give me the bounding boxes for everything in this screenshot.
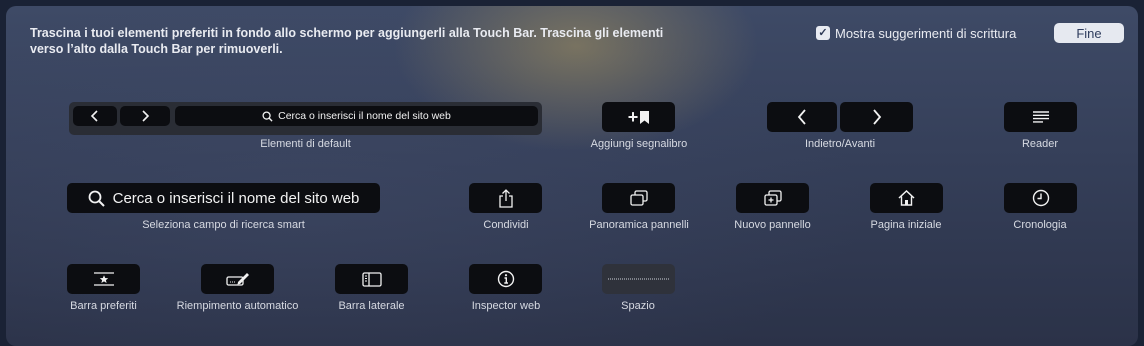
home-caption: Pagina iniziale xyxy=(870,219,942,231)
share-caption: Condividi xyxy=(483,219,529,231)
chevron-left-icon xyxy=(90,110,98,122)
new-tab-caption: Nuovo pannello xyxy=(734,219,811,231)
tab-overview-caption: Panoramica pannelli xyxy=(589,219,689,231)
done-button[interactable]: Fine xyxy=(1054,23,1124,43)
add-bookmark-caption: Aggiungi segnalibro xyxy=(590,138,688,150)
typing-suggestions-label: Mostra suggerimenti di scrittura xyxy=(835,25,1017,41)
space-caption: Spazio xyxy=(621,300,655,312)
search-icon xyxy=(88,190,105,207)
forward-key[interactable] xyxy=(840,102,913,132)
default-search-key[interactable]: Cerca o inserisci il nome del sito web xyxy=(175,106,538,126)
favorites-bar-key[interactable] xyxy=(67,264,140,294)
new-tab-icon xyxy=(763,190,782,206)
instructions-line-2: verso l’alto dalla Touch Bar per rimuove… xyxy=(30,42,283,56)
typing-suggestions-checkbox[interactable]: ✓ xyxy=(816,26,830,40)
reader-key[interactable] xyxy=(1004,102,1077,132)
share-icon xyxy=(498,188,513,208)
typing-suggestions-option[interactable]: ✓ Mostra suggerimenti di scrittura xyxy=(816,25,1016,41)
autofill-key[interactable] xyxy=(201,264,274,294)
space-dots-icon xyxy=(607,278,670,280)
web-inspector-key[interactable] xyxy=(469,264,542,294)
home-icon xyxy=(898,190,915,206)
smart-search-caption: Seleziona campo di ricerca smart xyxy=(142,219,305,231)
new-tab-key[interactable] xyxy=(736,183,809,213)
autofill-icon xyxy=(225,273,249,286)
reader-lines-icon xyxy=(1032,111,1049,123)
favorites-bar-caption: Barra preferiti xyxy=(70,300,137,312)
bookmark-icon xyxy=(640,110,650,124)
favorites-bar-icon xyxy=(93,272,114,286)
default-forward-key[interactable] xyxy=(120,106,170,126)
tab-overview-icon xyxy=(629,190,648,206)
web-inspector-caption: Inspector web xyxy=(471,300,541,312)
instructions-text: Trascina i tuoi elementi preferiti in fo… xyxy=(30,25,750,57)
home-key[interactable] xyxy=(870,183,943,213)
space-key[interactable] xyxy=(602,264,675,294)
history-caption: Cronologia xyxy=(1013,219,1067,231)
autofill-caption: Riempimento automatico xyxy=(176,300,299,312)
back-forward-caption: Indietro/Avanti xyxy=(804,138,876,150)
smart-search-label: Cerca o inserisci il nome del sito web xyxy=(112,189,360,207)
sidebar-caption: Barra laterale xyxy=(338,300,405,312)
default-set-caption: Elementi di default xyxy=(260,138,351,150)
history-key[interactable] xyxy=(1004,183,1077,213)
smart-search-key[interactable]: Cerca o inserisci il nome del sito web xyxy=(67,183,380,213)
sidebar-icon xyxy=(361,271,382,287)
chevron-right-icon xyxy=(872,109,881,125)
chevron-right-icon xyxy=(142,110,150,122)
tab-overview-key[interactable] xyxy=(602,183,675,213)
plus-icon: + xyxy=(627,106,639,127)
share-key[interactable] xyxy=(469,183,542,213)
search-icon xyxy=(262,110,273,122)
sidebar-key[interactable] xyxy=(335,264,408,294)
info-icon xyxy=(497,270,514,288)
customize-touch-bar-panel: Trascina i tuoi elementi preferiti in fo… xyxy=(6,6,1138,346)
add-bookmark-key[interactable]: + xyxy=(602,102,675,132)
default-search-placeholder: Cerca o inserisci il nome del sito web xyxy=(278,110,451,122)
default-back-key[interactable] xyxy=(73,106,117,126)
chevron-left-icon xyxy=(797,109,806,125)
reader-caption: Reader xyxy=(1021,138,1059,150)
instructions-line-1: Trascina i tuoi elementi preferiti in fo… xyxy=(30,26,664,40)
back-key[interactable] xyxy=(767,102,837,132)
clock-icon xyxy=(1032,189,1049,207)
